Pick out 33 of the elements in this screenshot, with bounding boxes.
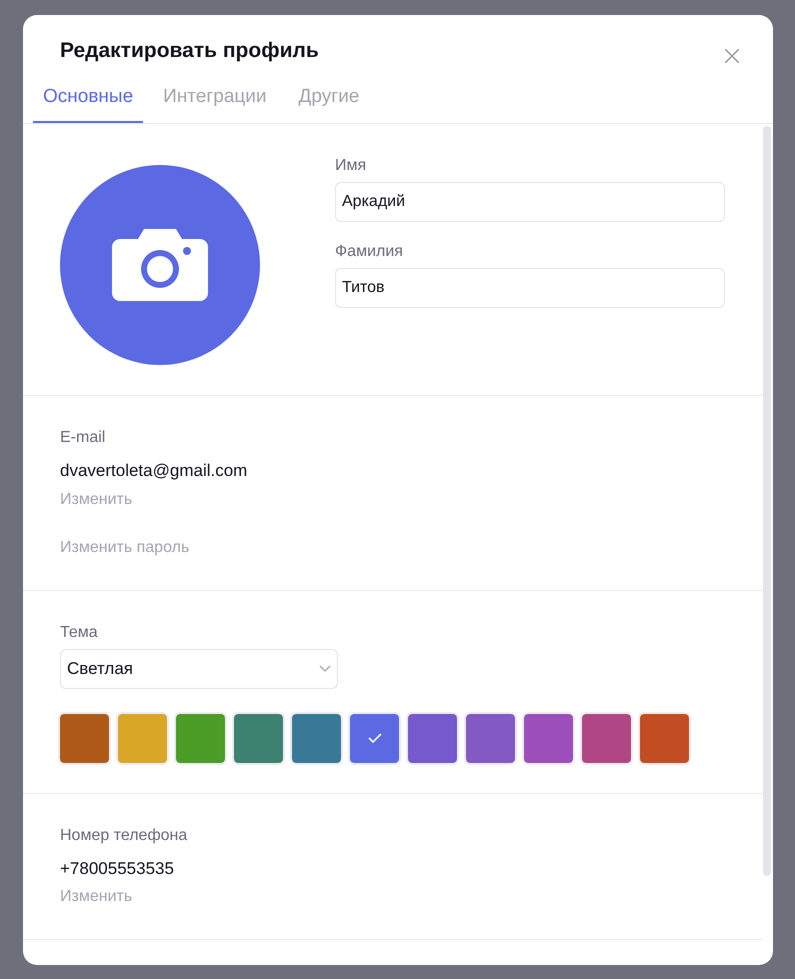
input-field[interactable]: Аркадий xyxy=(335,182,725,222)
input-field[interactable]: Титов xyxy=(335,268,725,308)
color-swatch[interactable] xyxy=(408,714,457,762)
tab[interactable]: Интеграции xyxy=(151,82,279,123)
color-swatch[interactable] xyxy=(466,714,515,762)
field-label: E-mail xyxy=(60,428,106,448)
field-label: Имя xyxy=(335,156,368,176)
field-label: Тема xyxy=(60,622,99,642)
tab[interactable]: Другие xyxy=(286,82,372,123)
color-swatch[interactable] xyxy=(582,714,631,762)
color-swatch[interactable] xyxy=(292,714,341,762)
color-swatch[interactable] xyxy=(118,714,167,762)
dialog-title: Редактировать профиль xyxy=(60,38,319,64)
phone-value: +78005553535 xyxy=(60,858,175,880)
chevron-down-icon xyxy=(319,664,331,672)
check-icon xyxy=(368,733,382,743)
color-swatch[interactable] xyxy=(350,714,399,762)
change-phone-link[interactable]: Изменить xyxy=(60,885,132,909)
change-password-link[interactable]: Изменить пароль xyxy=(60,536,190,560)
color-swatch[interactable] xyxy=(524,714,573,762)
field-label: Фамилия xyxy=(335,242,404,262)
scrollbar-thumb[interactable] xyxy=(763,126,771,876)
color-swatch[interactable] xyxy=(640,714,689,762)
close-icon[interactable] xyxy=(723,47,741,65)
email-value: dvavertoleta@gmail.com xyxy=(60,460,248,482)
color-swatch[interactable] xyxy=(234,714,283,762)
tab[interactable]: Основные xyxy=(33,82,144,123)
camera-icon xyxy=(112,229,208,301)
field-label: Номер телефона xyxy=(60,826,188,846)
change-email-link[interactable]: Изменить xyxy=(60,488,132,512)
color-swatch[interactable] xyxy=(176,714,225,762)
theme-select[interactable]: Светлая xyxy=(60,648,338,688)
color-swatch[interactable] xyxy=(60,714,109,762)
